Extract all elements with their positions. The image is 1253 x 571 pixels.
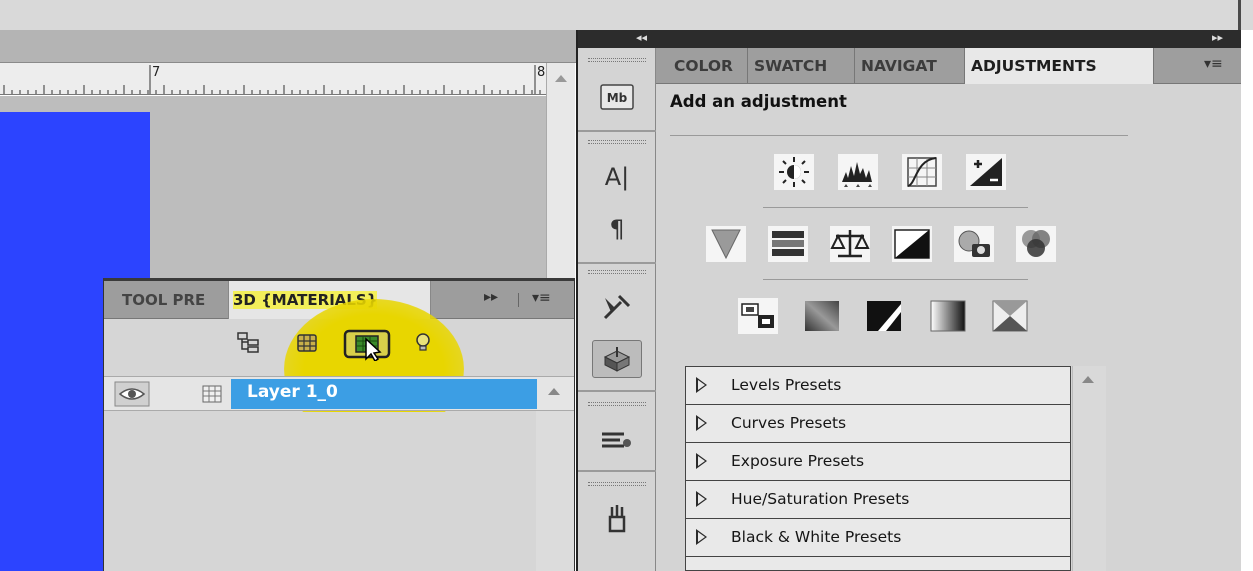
mini-bridge-button[interactable]: Mb	[592, 78, 642, 116]
scroll-up-arrow-icon[interactable]	[555, 75, 567, 82]
vibrance-icon[interactable]	[706, 226, 746, 262]
mesh-icon[interactable]	[294, 331, 320, 355]
ruler-ticks	[3, 65, 541, 94]
application-frame-top	[0, 0, 1253, 30]
brush-presets-icon	[602, 432, 631, 448]
paragraph-icon: ¶	[609, 215, 625, 243]
scroll-up-arrow-icon[interactable]	[548, 388, 560, 395]
preset-row-levels[interactable]: Levels Presets	[686, 367, 1070, 405]
dock-grip[interactable]	[588, 482, 646, 486]
levels-icon[interactable]	[838, 154, 878, 190]
dock-separator	[578, 470, 656, 472]
curves-icon[interactable]	[902, 154, 942, 190]
clone-source-button[interactable]	[592, 500, 642, 538]
dock-grip[interactable]	[588, 270, 646, 274]
dock-separator	[578, 130, 656, 132]
character-icon: A|	[604, 163, 630, 191]
hue-saturation-icon[interactable]	[768, 226, 808, 262]
adjustments-heading: Add an adjustment	[670, 92, 847, 111]
panel-dock: ◂◂ Mb A| ¶	[576, 30, 656, 571]
tab-color[interactable]: COLOR	[668, 48, 748, 84]
mini-bridge-icon: Mb	[600, 84, 634, 110]
tab-swatches[interactable]: SWATCH	[748, 48, 855, 84]
preset-label: Black & White Presets	[731, 528, 902, 546]
expand-triangle-icon[interactable]	[696, 491, 707, 507]
layer-row[interactable]: Layer 1_0	[104, 376, 574, 411]
preset-row-exposure[interactable]: Exposure Presets	[686, 443, 1070, 481]
divider	[763, 207, 1028, 208]
gradient-map-icon[interactable]	[928, 298, 968, 334]
dock-grip[interactable]	[588, 402, 646, 406]
3d-materials-panel: TOOL PRE 3D {MATERIALS} ▸▸ ▾≡ Layer 1_0	[103, 278, 575, 571]
preset-label: Curves Presets	[731, 414, 847, 432]
expand-triangle-icon[interactable]	[696, 453, 707, 469]
adjustment-presets-list: Levels Presets Curves Presets Exposure P…	[685, 366, 1071, 571]
tools-button[interactable]	[592, 288, 642, 326]
preset-label: Exposure Presets	[731, 452, 865, 470]
presets-scrollbar[interactable]	[1072, 366, 1106, 571]
3d-panel-filter-toolbar	[104, 299, 574, 439]
adjustments-tabbar: COLOR SWATCH NAVIGAT ADJUSTMENTS ▾≡	[656, 48, 1241, 84]
3d-icon	[603, 347, 631, 372]
panel-menu-icon[interactable]: ▾≡	[1204, 56, 1223, 72]
black-white-icon[interactable]	[892, 226, 932, 262]
preset-label: Levels Presets	[731, 376, 842, 394]
brush-presets-button[interactable]	[592, 420, 642, 458]
tools-icon	[603, 294, 631, 320]
visibility-eye-icon[interactable]	[114, 381, 150, 407]
tab-navigator[interactable]: NAVIGAT	[855, 48, 965, 84]
preset-row-black-white[interactable]: Black & White Presets	[686, 519, 1070, 557]
photo-filter-icon[interactable]	[954, 226, 994, 262]
color-balance-icon[interactable]	[830, 226, 870, 262]
divider	[670, 135, 1128, 136]
material-grid-icon	[202, 385, 222, 403]
dock-topbar: ◂◂	[578, 30, 656, 48]
adjustments-panel: ▸▸ COLOR SWATCH NAVIGAT ADJUSTMENTS ▾≡ A…	[656, 30, 1241, 571]
preset-row-curves[interactable]: Curves Presets	[686, 405, 1070, 443]
scene-tree-icon[interactable]	[236, 331, 262, 355]
panel-forward-icon[interactable]: ▸▸	[484, 289, 498, 305]
dock-grip[interactable]	[588, 58, 646, 62]
mini-bridge-label: Mb	[607, 91, 628, 105]
collapse-icon[interactable]: ◂◂	[636, 31, 647, 44]
divider	[763, 279, 1028, 280]
document-header	[0, 30, 576, 63]
preset-label: Hue/Saturation Presets	[731, 490, 910, 508]
horizontal-ruler: 7 8	[0, 63, 546, 95]
channel-mixer-icon[interactable]	[1016, 226, 1056, 262]
tabbar-divider	[518, 293, 519, 307]
dock-grip[interactable]	[588, 140, 646, 144]
tab-tool-presets[interactable]: TOOL PRE	[118, 281, 228, 319]
invert-icon[interactable]	[738, 298, 778, 334]
3d-panel-button[interactable]	[592, 340, 642, 378]
light-bulb-icon[interactable]	[410, 331, 436, 355]
frame-edge	[1238, 0, 1241, 30]
clone-source-icon	[608, 505, 626, 533]
adjustments-topbar: ▸▸	[656, 30, 1241, 48]
panel-menu-icon[interactable]: ▾≡	[532, 290, 551, 306]
expand-triangle-icon[interactable]	[696, 415, 707, 431]
threshold-icon[interactable]	[864, 298, 904, 334]
brightness-contrast-icon[interactable]	[774, 154, 814, 190]
preset-row-hue-saturation[interactable]: Hue/Saturation Presets	[686, 481, 1070, 519]
posterize-icon[interactable]	[802, 298, 842, 334]
layer-list-area[interactable]	[104, 412, 536, 571]
layer-name: Layer 1_0	[247, 382, 338, 402]
expand-triangle-icon[interactable]	[696, 377, 707, 393]
expand-triangle-icon[interactable]	[696, 529, 707, 545]
character-button[interactable]: A|	[592, 158, 642, 196]
dock-separator	[578, 390, 656, 392]
exposure-icon[interactable]	[966, 154, 1006, 190]
panel-forward-icon[interactable]: ▸▸	[1212, 31, 1223, 44]
materials-icon[interactable]	[342, 327, 398, 361]
panel-vertical-scrollbar[interactable]	[536, 411, 574, 571]
scroll-up-arrow-icon[interactable]	[1082, 376, 1094, 383]
dock-separator	[578, 262, 656, 264]
selective-color-icon[interactable]	[990, 298, 1030, 334]
tab-adjustments[interactable]: ADJUSTMENTS	[965, 48, 1154, 84]
paragraph-button[interactable]: ¶	[592, 210, 642, 248]
ruler-mark-7: 7	[152, 65, 161, 80]
window-right-edge	[1241, 30, 1253, 571]
ruler-mark-8: 8	[537, 65, 546, 80]
